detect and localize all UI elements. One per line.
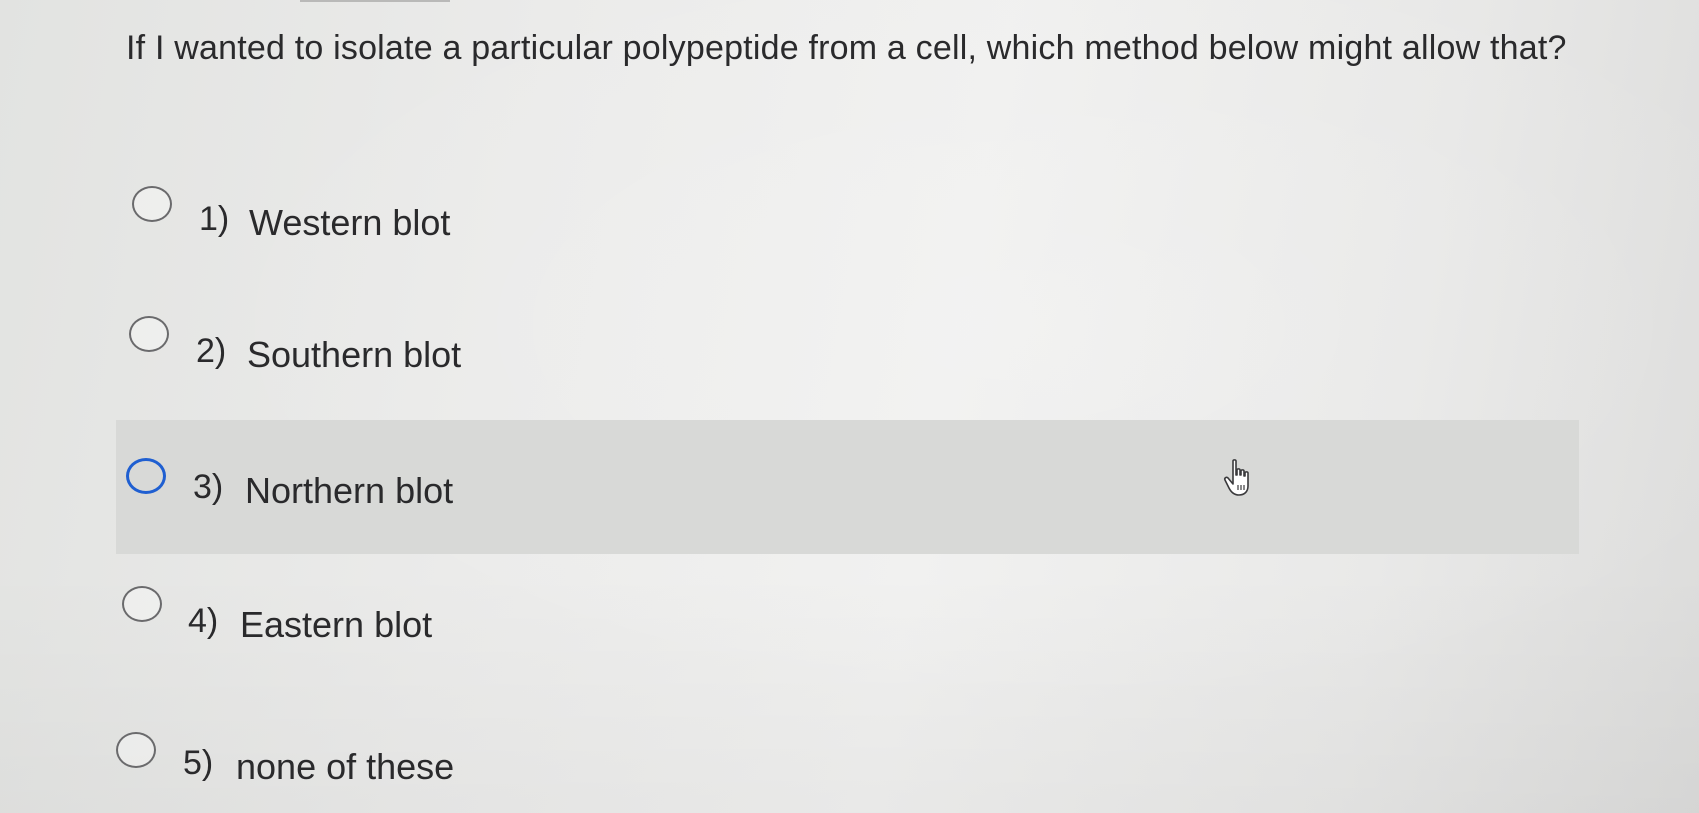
option-number: 2)	[196, 332, 227, 370]
option-5[interactable]: 5) none of these	[116, 700, 1579, 813]
option-1[interactable]: 1) Western blot	[116, 156, 1579, 290]
option-label: Northern blot	[245, 470, 454, 511]
option-number: 1)	[199, 200, 230, 238]
option-label: Southern blot	[247, 334, 462, 375]
hand-pointer-icon	[1223, 459, 1249, 496]
answer-options: 1) Western blot 2) Southern blot 3) Nort…	[0, 0, 1699, 813]
option-number: 3)	[193, 468, 224, 506]
radio-button-2[interactable]	[129, 316, 169, 352]
radio-button-1[interactable]	[132, 186, 172, 222]
radio-button-3[interactable]	[126, 458, 166, 494]
option-label: Western blot	[249, 202, 451, 243]
option-4[interactable]: 4) Eastern blot	[116, 560, 1579, 694]
radio-button-5[interactable]	[116, 732, 156, 768]
option-number: 4)	[188, 602, 219, 640]
option-number: 5)	[183, 744, 214, 782]
option-2[interactable]: 2) Southern blot	[116, 290, 1579, 424]
option-label: none of these	[236, 746, 455, 787]
radio-button-4[interactable]	[122, 586, 162, 622]
option-3[interactable]: 3) Northern blot	[116, 420, 1579, 554]
option-label: Eastern blot	[240, 604, 433, 645]
